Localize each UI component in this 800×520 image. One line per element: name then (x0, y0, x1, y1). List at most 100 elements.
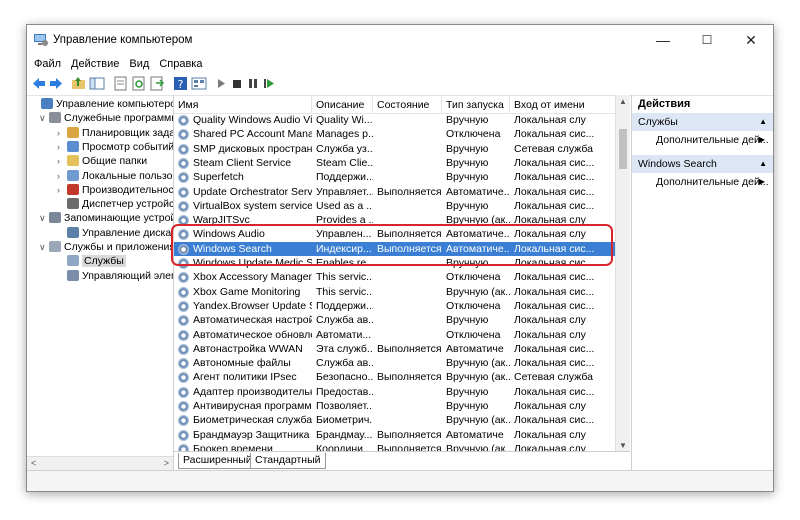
tree-item-label: Производительность (82, 183, 174, 196)
scroll-left-icon[interactable]: < (31, 457, 36, 470)
service-gear-icon (178, 386, 189, 398)
collapsed-chevron-icon[interactable]: › (57, 126, 67, 140)
collapse-icon[interactable]: ▲ (759, 155, 767, 173)
actions-section-services[interactable]: Службы ▲ (632, 113, 773, 131)
tree-item-label: Управление компьютером (л (56, 98, 173, 110)
title-bar[interactable]: Управление компьютером — ☐ ✕ (27, 25, 773, 55)
tree-item[interactable]: ∨ Служебные программы (39, 111, 173, 125)
column-startup-type[interactable]: Тип запуска (442, 95, 510, 113)
service-row[interactable]: Windows Update Medic Ser... Enables re...… (174, 256, 616, 270)
service-description: This servic... (316, 285, 373, 298)
vertical-scrollbar[interactable]: ▲ ▼ (615, 95, 630, 452)
menu-file[interactable]: Файл (29, 55, 66, 73)
service-row[interactable]: Steam Client Service Steam Clie... Вручную… (174, 156, 616, 170)
service-row[interactable]: Агент политики IPsec Безопасно... Выполняе… (174, 370, 616, 384)
service-row[interactable]: Update Orchestrator Service Управляет... В… (174, 185, 616, 199)
actions-section-windows-search[interactable]: Windows Search ▲ (632, 155, 773, 173)
service-row[interactable]: Quality Windows Audio Vid... Quality Wi..… (174, 113, 616, 127)
help-icon[interactable]: ? (173, 76, 189, 91)
stop-icon[interactable] (229, 76, 245, 91)
collapsed-chevron-icon[interactable]: › (57, 154, 67, 168)
service-row[interactable]: VirtualBox system service Used as a ... Вр… (174, 199, 616, 213)
horizontal-scrollbar[interactable]: < > (27, 456, 173, 470)
service-description: Позволяет... (316, 400, 373, 412)
menu-action[interactable]: Действие (66, 55, 124, 73)
service-row[interactable]: Антивирусная программа ... Позволяет... Вр… (174, 399, 616, 413)
tree-item[interactable]: Службы (57, 254, 126, 268)
properties-icon[interactable] (113, 76, 129, 91)
computer-management-window: Управление компьютером — ☐ ✕ Файл Действи… (26, 24, 774, 492)
service-row[interactable]: Windows Audio Управлен... Выполняется Автом… (174, 227, 616, 241)
scroll-up-icon[interactable]: ▲ (616, 97, 630, 106)
service-name: Windows Update Medic Ser... (193, 257, 312, 269)
tab-extended[interactable]: Расширенный (178, 453, 257, 469)
service-row[interactable]: Брандмауэр Защитника W... Брандмау... Выпо… (174, 428, 616, 442)
column-log-on-as[interactable]: Вход от имени (510, 95, 616, 113)
console-tree-icon[interactable] (89, 76, 105, 91)
tree-item[interactable]: Управляющий элемен (57, 269, 173, 283)
service-description: Служба уз... (316, 142, 373, 155)
tree-item[interactable]: › Планировщик заданий (57, 126, 173, 140)
service-logon: Локальная сис... (514, 357, 595, 370)
service-row[interactable]: Автономные файлы Служба ав... Вручную (ак.… (174, 356, 616, 370)
service-row[interactable]: Superfetch Поддержи... Вручную Локальная си… (174, 170, 616, 184)
view-icon[interactable] (191, 76, 207, 91)
service-row[interactable]: WarpJITSvc Provides a ... Вручную (ак... Ло… (174, 213, 616, 227)
service-row[interactable]: Автоматическая настройк... Служба ав... Вр… (174, 313, 616, 327)
collapsed-chevron-icon[interactable]: › (57, 169, 67, 183)
service-startup-type: Автоматиче (446, 342, 504, 355)
tab-standard[interactable]: Стандартный (250, 453, 326, 469)
service-logon: Сетевая служба (514, 371, 594, 384)
more-actions-services[interactable]: Дополнительные дей... ▶ (632, 131, 773, 149)
minimize-button[interactable]: — (641, 25, 685, 55)
service-row[interactable]: Xbox Accessory Manageme... This servic...… (174, 270, 616, 284)
tree-item[interactable]: Управление дисками (57, 226, 173, 240)
collapse-icon[interactable]: ▲ (759, 113, 767, 131)
service-row[interactable]: Xbox Game Monitoring This servic... Вручну… (174, 285, 616, 299)
scroll-down-icon[interactable]: ▼ (616, 441, 630, 450)
more-actions-windows-search[interactable]: Дополнительные дей... ▶ (632, 173, 773, 191)
tree-item[interactable]: › Просмотр событий (57, 140, 173, 154)
service-logon: Локальная сис... (514, 199, 595, 212)
service-row[interactable]: Автонастройка WWAN Эта служб... Выполняетс… (174, 342, 616, 356)
scroll-right-icon[interactable]: > (164, 457, 169, 470)
tree-item[interactable]: › Общие папки (57, 154, 147, 168)
service-status: Выполняется (377, 371, 442, 384)
collapsed-chevron-icon[interactable]: › (57, 183, 67, 197)
export-icon[interactable] (149, 76, 165, 91)
column-status[interactable]: Состояние (373, 95, 442, 113)
expanded-chevron-icon[interactable]: ∨ (39, 211, 49, 225)
service-description: Предостав... (316, 385, 373, 398)
maximize-button[interactable]: ☐ (685, 25, 729, 55)
service-row[interactable]: Биометрическая служба ... Биометрич... Вру… (174, 413, 616, 427)
service-row[interactable]: Автоматическое обновле... Автомати... Откл… (174, 328, 616, 342)
tree-item[interactable]: Управление компьютером (л (31, 97, 173, 111)
column-description[interactable]: Описание (312, 95, 373, 113)
tree-item[interactable]: Диспетчер устройств (57, 197, 173, 211)
collapsed-chevron-icon[interactable]: › (57, 140, 67, 154)
up-folder-icon[interactable] (71, 76, 87, 91)
play-icon[interactable] (213, 76, 229, 91)
tree-item[interactable]: ∨ Запоминающие устройст (39, 211, 173, 225)
service-row[interactable]: Адаптер производительно... Предостав... Вр… (174, 385, 616, 399)
tree-item[interactable]: › Производительность (57, 183, 174, 197)
refresh-icon[interactable] (131, 76, 147, 91)
service-row[interactable]: Shared PC Account Manager Manages p... Отк… (174, 127, 616, 141)
menu-view[interactable]: Вид (124, 55, 154, 73)
service-row[interactable]: SMP дисковых пространст... Служба уз... Вр… (174, 142, 616, 156)
service-logon: Локальная сис... (514, 414, 595, 427)
restart-icon[interactable] (261, 76, 277, 91)
back-icon[interactable] (31, 76, 47, 91)
expanded-chevron-icon[interactable]: ∨ (39, 240, 49, 254)
forward-icon[interactable] (48, 76, 64, 91)
services-list: Имя Описание Состояние Тип запуска Вход … (174, 95, 630, 470)
pause-icon[interactable] (245, 76, 261, 91)
tree-item[interactable]: ∨ Службы и приложения (39, 240, 173, 254)
close-button[interactable]: ✕ (729, 25, 773, 55)
expanded-chevron-icon[interactable]: ∨ (39, 111, 49, 125)
service-row[interactable]: Yandex.Browser Update Ser... Поддержи... О… (174, 299, 616, 313)
service-row[interactable]: Windows Search Индексир... Выполняется Авто… (174, 241, 616, 256)
tree-item[interactable]: › Локальные пользовате (57, 169, 173, 183)
menu-help[interactable]: Справка (154, 55, 207, 73)
scroll-thumb[interactable] (619, 129, 627, 169)
